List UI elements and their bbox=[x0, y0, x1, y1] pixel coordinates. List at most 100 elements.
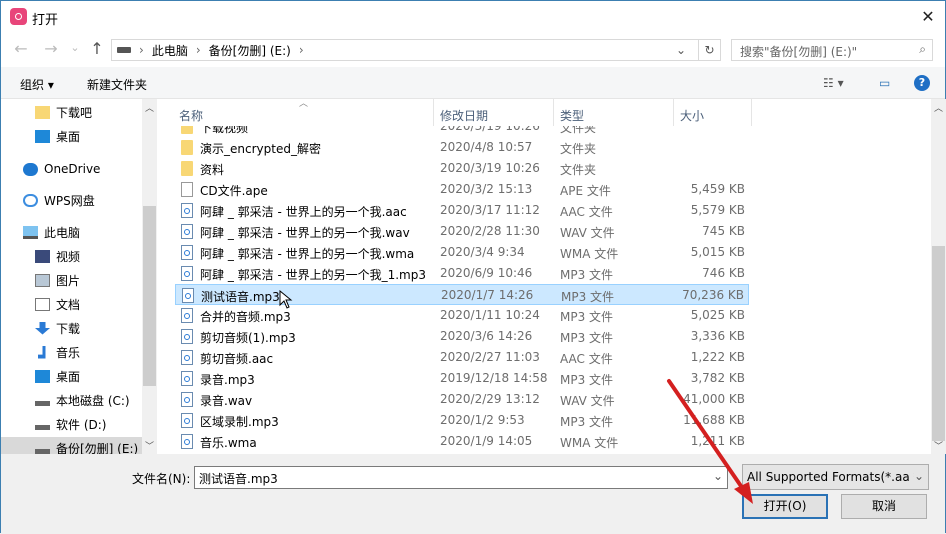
chevron-down-icon[interactable]: ⌄ bbox=[713, 469, 723, 483]
breadcrumb-drive-e[interactable]: 备份[勿删] (E:) bbox=[209, 42, 291, 59]
sidebar-item-6[interactable]: 图片 bbox=[35, 269, 80, 291]
file-size: 70,236 KB bbox=[682, 288, 744, 302]
sidebar-item-13[interactable]: 备份[勿删] (E:) bbox=[1, 437, 142, 454]
file-list-scroll-thumb[interactable] bbox=[932, 246, 945, 441]
search-input[interactable]: 搜索"备份[勿删] (E:)" ⌕ bbox=[731, 39, 933, 61]
file-size: 1,222 KB bbox=[690, 350, 745, 364]
mouse-cursor-icon bbox=[279, 290, 293, 309]
download-icon bbox=[35, 321, 50, 335]
file-date: 2020/2/27 11:03 bbox=[440, 350, 540, 364]
file-type: WMA 文件 bbox=[560, 436, 619, 450]
file-list: ︿ 名称 修改日期 类型 大小 下载视频 2020/3/19 10:26 文件夹 演示… bbox=[171, 99, 931, 454]
sidebar-item-label: WPS网盘 bbox=[44, 193, 95, 208]
file-date: 2020/2/29 13:12 bbox=[440, 392, 540, 406]
address-bar[interactable]: › 此电脑 › 备份[勿删] (E:) › ⌄ bbox=[111, 39, 699, 61]
file-row[interactable]: 剪切音频.aac 2020/2/27 11:03 AAC 文件 1,222 KB bbox=[175, 347, 749, 368]
sidebar-item-label: 本地磁盘 (C:) bbox=[56, 393, 130, 408]
folder-file-icon bbox=[181, 140, 193, 155]
column-date[interactable]: 修改日期 bbox=[440, 107, 488, 124]
sidebar-item-10[interactable]: 桌面 bbox=[35, 365, 80, 387]
sidebar-item-0[interactable]: 下载吧 bbox=[35, 101, 92, 123]
address-dropdown[interactable]: ⌄ bbox=[676, 43, 686, 57]
audio-file-icon bbox=[181, 329, 193, 344]
sidebar-item-1[interactable]: 桌面 bbox=[35, 125, 80, 147]
filename-value: 测试语音.mp3 bbox=[199, 472, 278, 486]
desktop-icon bbox=[35, 129, 50, 143]
file-row[interactable]: 测试语音.mp3 2020/1/7 14:26 MP3 文件 70,236 KB bbox=[175, 284, 749, 305]
column-headers: ︿ 名称 修改日期 类型 大小 bbox=[171, 99, 931, 126]
drive-icon bbox=[35, 424, 50, 430]
audio-file-icon bbox=[181, 392, 193, 407]
file-type: 文件夹 bbox=[560, 163, 597, 177]
organize-button[interactable]: 组织 ▾ bbox=[20, 76, 54, 93]
file-type-filter[interactable]: All Supported Formats(*.aa * ⌄ bbox=[742, 464, 929, 490]
video-icon bbox=[35, 249, 50, 263]
column-name[interactable]: 名称 bbox=[179, 107, 203, 124]
file-row[interactable]: CD文件.ape 2020/3/2 15:13 APE 文件 5,459 KB bbox=[175, 179, 749, 200]
forward-button[interactable]: → bbox=[41, 39, 61, 58]
file-date: 2020/3/2 15:13 bbox=[440, 182, 533, 196]
up-button[interactable]: ↑ bbox=[87, 39, 107, 58]
sidebar-item-9[interactable]: 音乐 bbox=[35, 341, 80, 363]
sidebar-item-7[interactable]: 文档 bbox=[35, 293, 80, 315]
picture-icon bbox=[35, 273, 50, 287]
navigation-pane: 下载吧 桌面 OneDrive WPS网盘 此电脑 视频 图片 文档 下载 音乐 桌面 本地磁盘 (C… bbox=[1, 99, 142, 454]
back-button[interactable]: ← bbox=[11, 39, 31, 58]
file-row[interactable]: 剪切音频(1).mp3 2020/3/6 14:26 MP3 文件 3,336 KB bbox=[175, 326, 749, 347]
audio-file-icon bbox=[181, 371, 193, 386]
app-icon bbox=[10, 8, 27, 25]
breadcrumb-this-pc[interactable]: 此电脑 bbox=[152, 42, 188, 59]
file-date: 2020/2/28 11:30 bbox=[440, 224, 540, 238]
file-type: WAV 文件 bbox=[560, 394, 615, 408]
sidebar-item-4[interactable]: 此电脑 bbox=[23, 221, 80, 243]
file-row[interactable]: 演示_encrypted_解密 2020/4/8 10:57 文件夹 bbox=[175, 137, 749, 158]
recent-locations-button[interactable]: ⌄ bbox=[65, 41, 85, 54]
column-type[interactable]: 类型 bbox=[560, 107, 584, 124]
open-button[interactable]: 打开(O) bbox=[742, 494, 828, 519]
file-name: 合并的音频.mp3 bbox=[200, 310, 291, 324]
view-options-button[interactable]: ☷ ▾ bbox=[823, 76, 844, 90]
file-row[interactable]: 区域录制.mp3 2020/1/2 9:53 MP3 文件 11,688 KB bbox=[175, 410, 749, 431]
refresh-button[interactable]: ↻ bbox=[699, 39, 721, 61]
file-row[interactable]: 合并的音频.mp3 2020/1/11 10:24 MP3 文件 5,025 KB bbox=[175, 305, 749, 326]
title-bar: 打开 ✕ bbox=[1, 1, 945, 33]
file-row[interactable]: 资料 2020/3/19 10:26 文件夹 bbox=[175, 158, 749, 179]
file-type: WAV 文件 bbox=[560, 226, 615, 240]
sidebar-item-5[interactable]: 视频 bbox=[35, 245, 80, 267]
file-name: CD文件.ape bbox=[200, 184, 268, 198]
close-button[interactable]: ✕ bbox=[911, 3, 945, 31]
file-row[interactable]: 阿肆 _ 郭采洁 - 世界上的另一个我.wav 2020/2/28 11:30 WA… bbox=[175, 221, 749, 242]
sidebar-item-2[interactable]: OneDrive bbox=[23, 158, 100, 180]
column-size[interactable]: 大小 bbox=[680, 107, 704, 124]
file-name: 阿肆 _ 郭采洁 - 世界上的另一个我_1.mp3 bbox=[200, 268, 426, 282]
navigation-scroll-thumb[interactable] bbox=[143, 206, 156, 386]
file-type: MP3 文件 bbox=[560, 415, 614, 429]
file-row[interactable]: 下载视频 2020/3/19 10:26 文件夹 bbox=[175, 126, 749, 137]
sidebar-item-label: 桌面 bbox=[56, 129, 81, 144]
new-folder-button[interactable]: 新建文件夹 bbox=[87, 76, 147, 93]
sidebar-item-11[interactable]: 本地磁盘 (C:) bbox=[35, 389, 130, 411]
toolbar: 组织 ▾ 新建文件夹 ☷ ▾ ▭ ? bbox=[1, 67, 945, 99]
file-name: 剪切音频(1).mp3 bbox=[200, 331, 296, 345]
file-row[interactable]: 阿肆 _ 郭采洁 - 世界上的另一个我.aac 2020/3/17 11:12 AA… bbox=[175, 200, 749, 221]
file-row[interactable]: 音乐.wma 2020/1/9 14:05 WMA 文件 1,211 KB bbox=[175, 431, 749, 452]
chevron-down-icon: ⌄ bbox=[913, 469, 924, 483]
cancel-button[interactable]: 取消 bbox=[841, 494, 927, 519]
file-size: 3,782 KB bbox=[690, 371, 745, 385]
filename-input[interactable]: 测试语音.mp3 ⌄ bbox=[194, 466, 728, 489]
file-row[interactable]: 阿肆 _ 郭采洁 - 世界上的另一个我.wma 2020/3/4 9:34 WMA … bbox=[175, 242, 749, 263]
sidebar-item-12[interactable]: 软件 (D:) bbox=[35, 413, 106, 435]
preview-pane-button[interactable]: ▭ bbox=[879, 76, 890, 90]
file-type: WMA 文件 bbox=[560, 247, 619, 261]
help-button[interactable]: ? bbox=[914, 75, 930, 91]
file-name: 区域录制.mp3 bbox=[200, 415, 279, 429]
file-row[interactable]: 录音.mp3 2019/12/18 14:58 MP3 文件 3,782 KB bbox=[175, 368, 749, 389]
sidebar-item-3[interactable]: WPS网盘 bbox=[23, 189, 95, 211]
file-row[interactable]: 录音.wav 2020/2/29 13:12 WAV 文件 41,000 KB bbox=[175, 389, 749, 410]
file-row[interactable]: 阿肆 _ 郭采洁 - 世界上的另一个我_1.mp3 2020/6/9 10:46 M… bbox=[175, 263, 749, 284]
sidebar-item-8[interactable]: 下载 bbox=[35, 317, 80, 339]
file-date: 2020/4/8 10:57 bbox=[440, 140, 533, 154]
file-date: 2020/1/7 14:26 bbox=[441, 288, 534, 302]
file-name: 资料 bbox=[200, 163, 225, 177]
file-name: 录音.wav bbox=[200, 394, 253, 408]
